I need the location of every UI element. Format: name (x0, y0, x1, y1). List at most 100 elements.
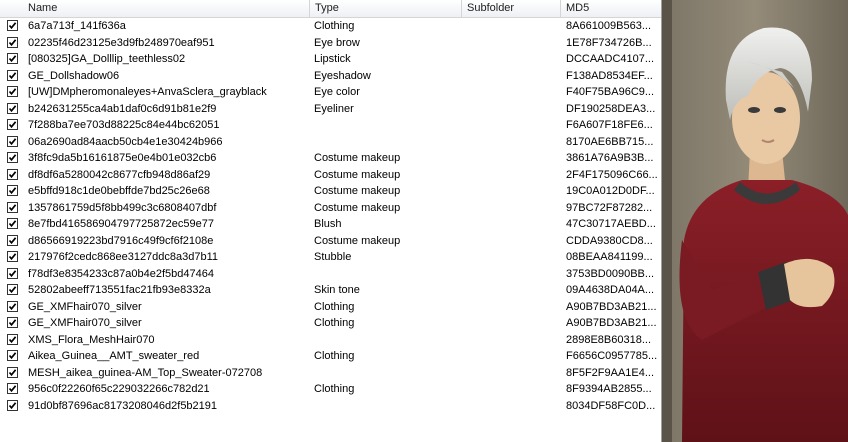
list-row[interactable]: 8e7fbd416586904797725872​ec59e77 Blush 47C… (0, 216, 661, 233)
list-row[interactable]: Aikea_Guinea__AMT_sweater_red Clothing F66… (0, 348, 661, 365)
include-checkbox[interactable] (7, 267, 18, 279)
name-cell: d86566919223bd7916c49f9cf6f2108e (28, 234, 214, 247)
md5-cell: F138AD8534EF... (566, 69, 653, 82)
column-type[interactable]: Type (310, 0, 462, 17)
name-cell: 7f288ba7ee703d88225c84e44bc62051 (28, 119, 220, 131)
include-checkbox[interactable] (7, 333, 18, 345)
name-cell: 6a7a713f_141f636a (28, 20, 126, 32)
include-checkbox[interactable] (7, 350, 18, 361)
checkmark-icon (8, 335, 17, 343)
list-row[interactable]: 52802abeeff713551fac21fb93e8332a Skin ton… (0, 282, 661, 299)
include-checkbox[interactable] (7, 53, 18, 64)
column-subfolder[interactable]: Subfolder (462, 0, 561, 17)
include-checkbox[interactable] (7, 20, 18, 31)
list-row[interactable]: 1357861759d5f8bb499c3c6808407dbf Costume … (0, 200, 661, 217)
type-cell: Costume makeup (314, 185, 401, 197)
list-row[interactable]: [080325]GA_Dolllip_teethless02 Lipstick DC… (0, 51, 661, 68)
include-checkbox[interactable] (7, 185, 18, 196)
name-cell: df8df6a5280042c8677cfb948d86af29 (28, 168, 211, 181)
md5-cell: 2F4F175096C66... (566, 168, 658, 181)
list-row[interactable]: GE_XMFhair070_silver Clothing A90B7BD3AB21… (0, 299, 661, 316)
checkmark-icon (8, 104, 17, 112)
include-checkbox[interactable] (7, 152, 18, 163)
list-row[interactable]: e5bffd918c1de0bebffde7bd25c26e68 Costume … (0, 183, 661, 200)
list-row[interactable]: b242631255ca4ab1daf0c6d91b81e2f9 Eyeliner… (0, 101, 661, 118)
type-cell: Skin tone (314, 284, 360, 296)
list-row[interactable]: 3f8fc9da5b16161875e0e4b01e032cb6 Costume … (0, 150, 661, 167)
sim-preview-image (662, 0, 848, 442)
md5-cell: 8A661009B563... (566, 20, 652, 32)
list-row[interactable]: MESH_aikea_guinea-AM_Top_Sweater-072708 8… (0, 365, 661, 382)
md5-cell: 19C0A012D0DF... (566, 185, 655, 197)
name-cell: Aikea_Guinea__AMT_sweater_red (28, 350, 200, 362)
list-row[interactable]: 06a2690ad84aacb50cb4e1e30424b966 8170AE6B… (0, 134, 661, 151)
list-rows: 6a7a713f_141f636a Clothing 8A661009B563...… (0, 18, 661, 414)
checkmark-icon (8, 121, 17, 129)
type-cell: Costume makeup (314, 168, 401, 181)
column-header: Name Type Subfolder MD5 (0, 0, 661, 18)
name-cell: 91d0bf87696ac8173208046d2f5b2191 (28, 399, 218, 412)
include-checkbox[interactable] (7, 317, 18, 328)
type-cell: Clothing (314, 20, 355, 32)
type-cell: Eyeshadow (314, 69, 371, 82)
md5-cell: 8F9394AB2855... (566, 383, 652, 395)
list-row[interactable]: 02235f46d23125e3d9fb248970eaf951 Eye brow… (0, 35, 661, 52)
checkmark-icon (8, 220, 17, 228)
include-checkbox[interactable] (7, 300, 18, 312)
list-row[interactable]: GE_Dollshadow06 Eyeshadow F138AD8534EF... (0, 68, 661, 85)
list-row[interactable]: 91d0bf87696ac8173208046d2f5b2191 8034DF58… (0, 398, 661, 415)
list-row[interactable]: f78df3e8354233c87a0b4e2f5bd47464 3753BD00… (0, 266, 661, 283)
list-row[interactable]: 217976f2cedc868ee3127ddc8a3d7b11 Stubble 0… (0, 249, 661, 266)
type-cell: Eye color (314, 86, 360, 98)
name-cell: [080325]GA_Dolllip_teethless02 (28, 53, 186, 65)
include-checkbox[interactable] (7, 284, 18, 295)
md5-cell: 1E78F734726B... (566, 36, 652, 49)
include-checkbox[interactable] (7, 135, 18, 147)
type-cell: Blush (314, 218, 342, 230)
include-checkbox[interactable] (7, 251, 18, 262)
md5-cell: 97BC72F87282... (566, 201, 653, 214)
list-row[interactable]: df8df6a5280042c8677cfb948d86af29 Costume … (0, 167, 661, 184)
include-checkbox[interactable] (7, 102, 18, 114)
include-checkbox[interactable] (7, 399, 18, 411)
include-checkbox[interactable] (7, 168, 18, 180)
md5-cell: DF190258DEA3... (566, 102, 656, 115)
column-md5[interactable]: MD5 (561, 0, 661, 17)
list-row[interactable]: 6a7a713f_141f636a Clothing 8A661009B563... (0, 18, 661, 35)
column-name[interactable]: Name (0, 0, 310, 17)
list-row[interactable]: XMS_Flora_MeshHair070 2898E8B60318... (0, 332, 661, 349)
checkmark-icon (8, 88, 17, 96)
type-cell: Clothing (314, 383, 355, 395)
list-row[interactable]: 7f288ba7ee703d88225c84e44bc62051 F6A607F1… (0, 117, 661, 134)
type-cell (314, 398, 460, 415)
type-cell: Clothing (314, 300, 355, 313)
include-checkbox[interactable] (7, 119, 18, 130)
md5-cell: 8F5F2F9AA1E4... (566, 366, 655, 379)
include-checkbox[interactable] (7, 366, 18, 378)
checkmark-icon (8, 286, 17, 294)
checkmark-icon (8, 187, 17, 195)
include-checkbox[interactable] (7, 383, 18, 394)
list-row[interactable]: 956c0f22260f65c229032266c782d21 Clothing 8… (0, 381, 661, 398)
include-checkbox[interactable] (7, 201, 18, 213)
include-checkbox[interactable] (7, 69, 18, 81)
checkmark-icon (8, 319, 17, 327)
checkmark-icon (8, 368, 17, 376)
list-row[interactable]: d86566919223bd7916c49f9cf6f2108e Costume … (0, 233, 661, 250)
list-row[interactable]: GE_XMFhair070_silver Clothing A90B7BD3AB21… (0, 315, 661, 332)
type-cell: Clothing (314, 350, 355, 362)
md5-cell: 08BEAA841199... (566, 251, 653, 263)
include-checkbox[interactable] (7, 86, 18, 97)
type-cell (314, 117, 460, 134)
md5-cell: CDDA9380CD8... (566, 234, 653, 247)
list-row[interactable]: [UW]DMpheromonaleyes+AnvaSclera_grayblac… (0, 84, 661, 101)
name-cell: b242631255ca4ab1daf0c6d91b81e2f9 (28, 102, 217, 115)
include-checkbox[interactable] (7, 36, 18, 48)
checkmark-icon (8, 203, 17, 211)
include-checkbox[interactable] (7, 218, 18, 229)
checkmark-icon (8, 170, 17, 178)
md5-cell: F6A607F18FE6... (566, 119, 653, 131)
include-checkbox[interactable] (7, 234, 18, 246)
type-cell (314, 332, 460, 349)
name-cell: 3f8fc9da5b16161875e0e4b01e032cb6 (28, 152, 217, 164)
